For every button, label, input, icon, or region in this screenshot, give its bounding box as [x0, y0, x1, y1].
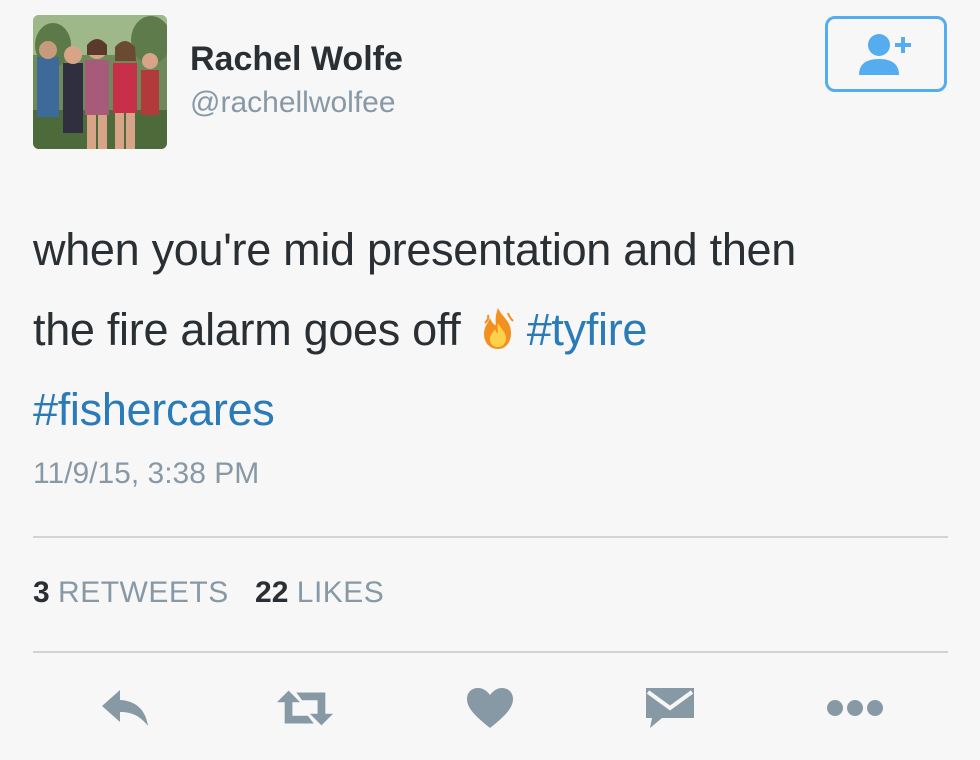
more-icon	[827, 700, 883, 716]
retweet-icon	[276, 690, 334, 726]
add-user-icon	[859, 34, 911, 75]
tweet-timestamp[interactable]: 11/9/15, 3:38 PM	[33, 457, 259, 491]
display-name[interactable]: Rachel Wolfe	[190, 40, 403, 79]
retweets-stat[interactable]: 3 RETWEETS	[33, 576, 229, 609]
fire-icon	[475, 296, 521, 376]
hashtag-fishercares[interactable]: #fishercares	[33, 384, 275, 435]
like-button[interactable]	[460, 680, 520, 736]
divider	[33, 651, 948, 653]
reply-icon	[102, 690, 148, 726]
divider	[33, 536, 948, 538]
tweet-text: when you're mid presentation and then th…	[33, 210, 953, 450]
more-button[interactable]	[825, 680, 885, 736]
reply-button[interactable]	[95, 680, 155, 736]
tweet-card: Rachel Wolfe @rachellwolfee when you're …	[0, 0, 980, 760]
tweet-stats: 3 RETWEETS 22 LIKES	[33, 576, 402, 610]
envelope-icon	[646, 688, 694, 728]
follow-button[interactable]	[825, 16, 947, 92]
heart-icon	[467, 688, 513, 728]
likes-stat[interactable]: 22 LIKES	[255, 576, 384, 609]
retweet-button[interactable]	[275, 680, 335, 736]
user-handle[interactable]: @rachellwolfee	[190, 86, 396, 120]
tweet-text-line-2-text: the fire alarm goes off	[33, 304, 461, 355]
tweet-actions	[0, 680, 980, 740]
hashtag-tyfire[interactable]: #tyfire	[527, 304, 648, 355]
tweet-text-line-3: #fishercares	[33, 370, 953, 450]
likes-label: LIKES	[296, 576, 385, 609]
tweet-text-line-2: the fire alarm goes off #tyfire	[33, 290, 953, 370]
retweets-label: RETWEETS	[58, 576, 229, 609]
direct-message-button[interactable]	[640, 680, 700, 736]
avatar-photo	[33, 15, 167, 149]
tweet-text-line-1: when you're mid presentation and then	[33, 224, 796, 275]
retweets-count: 3	[33, 576, 50, 609]
likes-count: 22	[255, 576, 289, 609]
avatar[interactable]	[33, 15, 167, 149]
